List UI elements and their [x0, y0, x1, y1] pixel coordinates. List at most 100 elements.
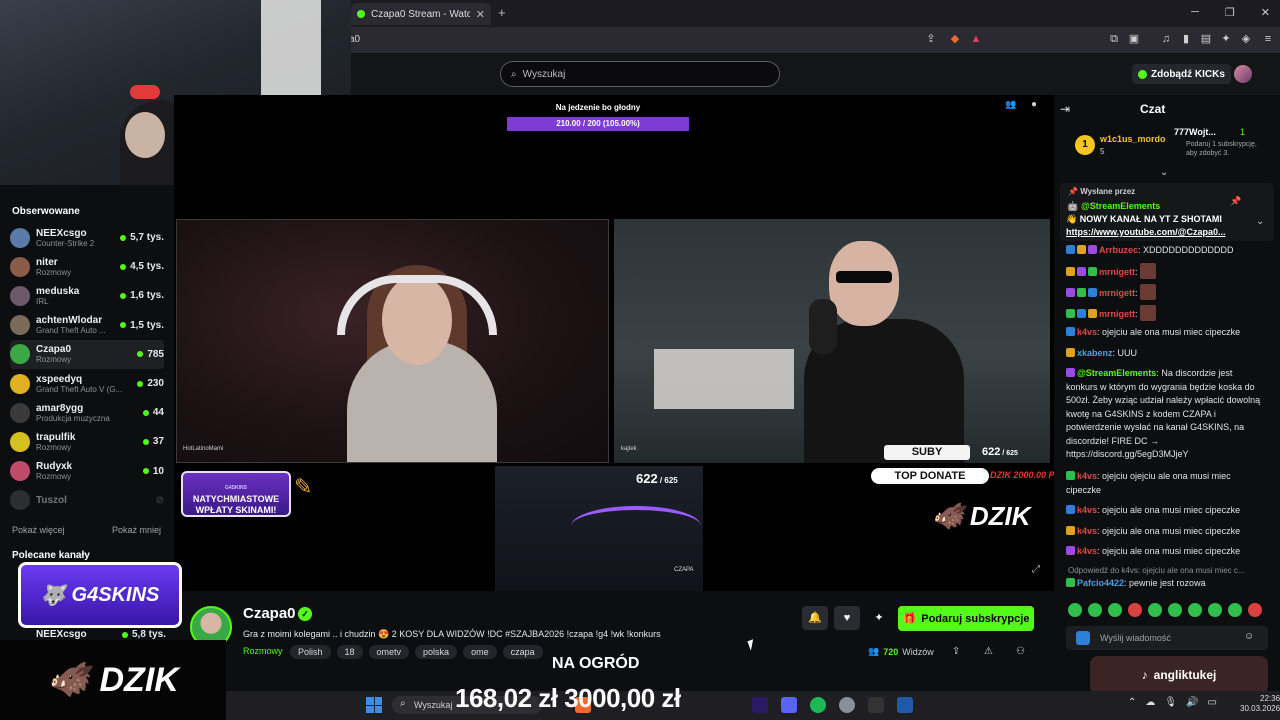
unpin-icon[interactable]: 📌 — [1230, 196, 1241, 207]
sidebar-toggle-icon[interactable]: ▮ — [1180, 33, 1192, 45]
new-tab-button[interactable]: + — [498, 5, 506, 20]
menu-icon[interactable]: ≡ — [1262, 33, 1274, 45]
pinned-link[interactable]: https://www.youtube.com/@Czapa0... — [1066, 227, 1225, 237]
sidebar-channel-item[interactable]: Czapa0 Rozmowy 785 — [10, 339, 164, 369]
report-icon[interactable]: ⚠ — [984, 646, 993, 657]
follow-heart-button[interactable]: ♥ — [834, 606, 860, 630]
emote-icon[interactable] — [1108, 603, 1122, 617]
epic-games-taskbar-icon[interactable] — [868, 697, 884, 713]
collapse-chat-icon[interactable]: ⇥ — [1060, 102, 1070, 116]
channel-avatar — [10, 402, 30, 423]
after-effects-taskbar-icon[interactable] — [752, 697, 768, 713]
close-window-button[interactable]: ✕ — [1261, 6, 1270, 19]
tag-item[interactable]: Polish — [290, 645, 331, 659]
chat-username[interactable]: k4vs — [1077, 471, 1097, 481]
gift-cta-text[interactable]: Podaruj 1 subskrypcję, aby zdobyć 3. — [1186, 140, 1258, 158]
chat-username[interactable]: xkabenz — [1077, 348, 1113, 358]
extensions-icon[interactable]: ⧉ — [1108, 33, 1120, 45]
leo-ai-icon[interactable]: ✦ — [1220, 33, 1232, 45]
chat-username[interactable]: k4vs — [1077, 546, 1097, 556]
tray-cloud-icon[interactable]: ☁ — [1145, 697, 1155, 708]
get-kicks-button[interactable]: Zdobądź KICKs — [1132, 64, 1231, 84]
emote-icon[interactable] — [1128, 603, 1142, 617]
sidebar-channel-item[interactable]: trapulfik Rozmowy 37 — [10, 427, 164, 456]
vpn-icon[interactable]: ◈ — [1240, 33, 1252, 45]
media-icon[interactable]: ♫ — [1160, 33, 1172, 45]
share-stream-icon[interactable]: ⇪ — [952, 646, 960, 657]
chat-username[interactable]: @StreamElements — [1077, 368, 1156, 378]
user-plus-icon[interactable]: ⚇ — [1016, 646, 1025, 657]
tray-mic-icon[interactable]: 🎙 — [1164, 697, 1177, 708]
share-icon[interactable]: ⇪ — [925, 33, 937, 45]
sidebar-channel-item[interactable]: achtenWlodar Grand Theft Auto ... 1,5 tys. — [10, 311, 164, 340]
settings-taskbar-icon[interactable] — [839, 697, 855, 713]
chat-overlay-icon[interactable]: ● — [1031, 99, 1037, 110]
show-less-link[interactable]: Pokaż mniej — [112, 525, 161, 535]
top-gifter-2-name[interactable]: 777Wojt... — [1174, 127, 1216, 137]
sidebar-channel-item[interactable]: Tuszol ⊘ — [10, 486, 164, 515]
search-input[interactable]: ⌕ Wyszukaj — [500, 61, 780, 87]
tag-item[interactable]: 18 — [336, 645, 363, 659]
wallet-icon[interactable]: ▤ — [1200, 33, 1212, 45]
gift-sparkle-button[interactable]: ✦ — [866, 606, 892, 630]
sidebar-channel-item[interactable]: niter Rozmowy 4,5 tys. — [10, 252, 164, 281]
tray-volume-icon[interactable]: 🔊 — [1186, 697, 1198, 708]
discord-taskbar-icon[interactable] — [781, 697, 797, 713]
chat-username[interactable]: k4vs — [1077, 327, 1097, 337]
chat-username[interactable]: k4vs — [1077, 505, 1097, 515]
recommended-channel-name[interactable]: NEEXcsgo — [36, 629, 87, 640]
emote-icon[interactable] — [1088, 603, 1102, 617]
user-avatar[interactable] — [1234, 65, 1252, 83]
sidebar-channel-item[interactable]: Rudyxk Rozmowy 10 — [10, 457, 164, 486]
chat-message-input[interactable]: Wyślij wiadomość — [1066, 626, 1268, 650]
sidebar-channel-item[interactable]: xspeedyq Grand Theft Auto V (G... 230 — [10, 369, 164, 398]
windows-start-icon[interactable] — [366, 697, 382, 713]
expand-leaderboard-icon[interactable]: ⌄ — [1160, 167, 1168, 178]
chat-username[interactable]: Pafcio4422 — [1077, 578, 1124, 588]
emote-icon[interactable] — [1188, 603, 1202, 617]
browser-tab[interactable]: Czapa0 Stream - Watch Live o ✕ — [351, 3, 491, 25]
tag-item[interactable]: polska — [415, 645, 458, 659]
sidebar-channel-item[interactable]: meduska IRL 1,6 tys. — [10, 281, 164, 310]
tray-battery-icon[interactable]: ▭ — [1208, 697, 1217, 708]
tag-item[interactable]: czapa — [502, 645, 543, 659]
streamer-name[interactable]: Czapa0 — [243, 605, 296, 622]
emote-icon[interactable] — [1208, 603, 1222, 617]
sidebar-channel-item[interactable]: NEEXcsgo Counter-Strike 2 5,7 tys. — [10, 223, 164, 252]
maximize-button[interactable]: ❐ — [1225, 6, 1235, 19]
vpn-taskbar-icon[interactable] — [897, 697, 913, 713]
chat-username[interactable]: mrnigett — [1099, 309, 1135, 319]
emote-icon[interactable] — [1068, 603, 1082, 617]
screenshot-icon[interactable]: ▣ — [1128, 33, 1140, 45]
spotify-taskbar-icon[interactable] — [810, 697, 826, 713]
chat-username[interactable]: Arrbuzec — [1099, 245, 1138, 255]
gift-subscription-button[interactable]: 🎁 Podaruj subskrypcje — [898, 606, 1034, 631]
brave-rewards-icon[interactable]: ▲ — [970, 33, 982, 45]
channel-viewers: 785 — [137, 349, 164, 360]
emoji-picker-icon[interactable]: ☺ — [1244, 631, 1254, 642]
chat-username[interactable]: mrnigett — [1099, 288, 1135, 298]
top-gifter-1-name[interactable]: w1c1us_mordo — [1100, 134, 1166, 144]
tag-item[interactable]: ome — [463, 645, 497, 659]
emote-icon[interactable] — [1248, 603, 1262, 617]
tab-close-icon[interactable]: ✕ — [476, 8, 485, 21]
emote-icon[interactable] — [1228, 603, 1242, 617]
send-mode-icon[interactable] — [1076, 631, 1090, 645]
chat-username[interactable]: mrnigett — [1099, 267, 1135, 277]
emote-icon[interactable] — [1168, 603, 1182, 617]
tray-chevron-icon[interactable]: ⌃ — [1128, 697, 1136, 708]
minimize-button[interactable]: ─ — [1191, 6, 1199, 19]
expand-pinned-icon[interactable]: ⌄ — [1256, 216, 1264, 227]
category-link[interactable]: Rozmowy — [243, 646, 283, 656]
notification-bell-button[interactable]: 🔔 — [802, 606, 828, 630]
taskbar-clock[interactable]: 22:36 30.03.2026 — [1240, 694, 1280, 714]
pinned-user[interactable]: @StreamElements — [1081, 201, 1160, 211]
tag-item[interactable]: ometv — [368, 645, 410, 659]
sidebar-channel-item[interactable]: amar8ygg Produkcja muzyczna 44 — [10, 398, 164, 427]
emote-icon[interactable] — [1148, 603, 1162, 617]
brave-shield-icon[interactable]: ◆ — [949, 33, 961, 45]
fullscreen-icon[interactable]: ⤢ — [1032, 564, 1040, 575]
channel-category: Rozmowy — [36, 472, 72, 482]
chat-username[interactable]: k4vs — [1077, 526, 1097, 536]
show-more-link[interactable]: Pokaż więcej — [12, 525, 65, 535]
